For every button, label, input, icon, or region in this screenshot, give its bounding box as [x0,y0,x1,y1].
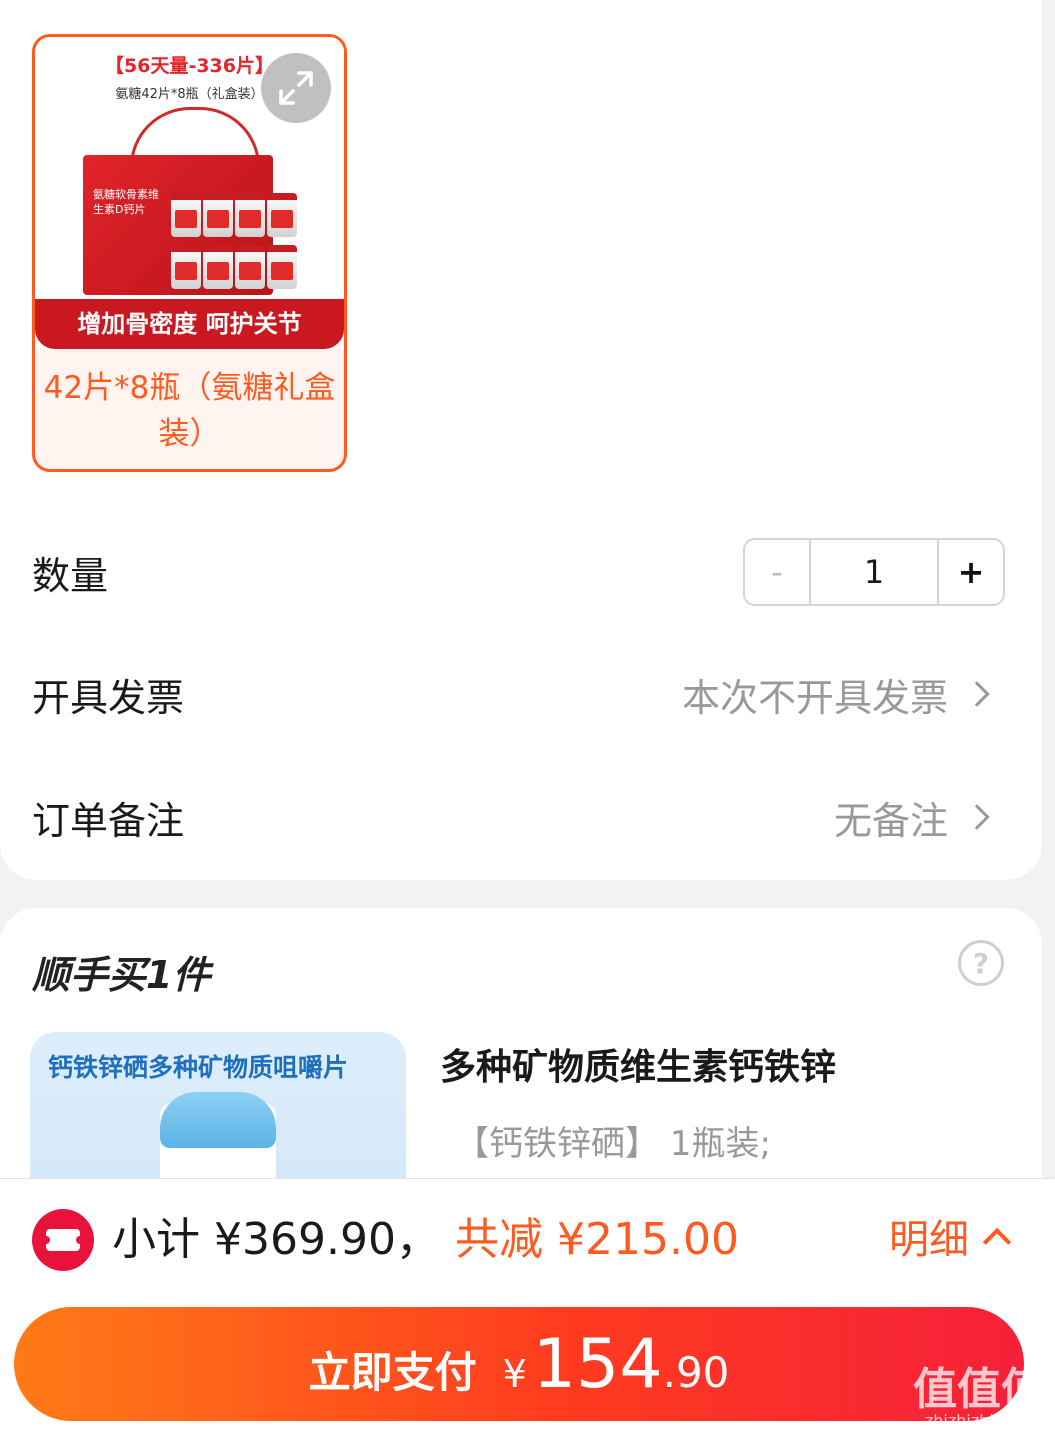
help-icon[interactable]: ? [958,940,1004,986]
expand-icon[interactable] [261,53,331,123]
pay-currency: ¥ [502,1352,527,1396]
detail-label: 明细 [889,1217,969,1263]
bottle [267,193,297,237]
decrease-button[interactable]: - [745,540,811,604]
bottle [235,245,265,289]
invoice-label: 开具发票 [32,675,185,720]
sku-image-slogan: 增加骨密度 呵护关节 [35,299,344,349]
chevron-right-icon [964,681,990,707]
chevron-right-icon [964,804,990,830]
addon-product-name[interactable]: 多种矿物质维生素钙铁锌 [440,1038,836,1090]
order-card: 【56天量-336片】 氨糖42片*8瓶（礼盒装） 氨糖软骨素维生素D钙片 增加… [0,0,1042,880]
checkout-bar: 小计 ¥369.90， 共减 ¥215.00 明细 立即支付 ¥ 154 .90… [0,1178,1055,1438]
bottle [267,245,297,289]
chevron-up-icon [982,1227,1012,1257]
sku-name: 42片*8瓶（氨糖礼盒装） [43,370,336,452]
sku-image: 【56天量-336片】 氨糖42片*8瓶（礼盒装） 氨糖软骨素维生素D钙片 增加… [35,37,344,349]
bottle [171,193,201,237]
remark-value: 无备注 [833,798,948,843]
quantity-label: 数量 [32,553,109,598]
watermark: 值值值 zhizhizhi.com [913,1368,1045,1430]
addon-title: 顺手买1件 [32,953,211,997]
jar-lid [160,1092,276,1148]
pay-label: 立即支付 [308,1348,477,1397]
selected-sku-option[interactable]: 【56天量-336片】 氨糖42片*8瓶（礼盒装） 氨糖软骨素维生素D钙片 增加… [32,34,347,472]
remark-row[interactable]: 订单备注 无备注 [32,782,994,852]
remark-label: 订单备注 [32,798,185,843]
pay-now-button[interactable]: 立即支付 ¥ 154 .90 [14,1307,1024,1421]
gift-box-text: 氨糖软骨素维生素D钙片 [93,188,159,216]
watermark-url: zhizhizhi.com [924,1411,1034,1430]
remark-value-group: 无备注 [834,790,994,845]
increase-button[interactable]: + [937,540,1003,604]
bottle [235,193,265,237]
pay-amount-integer: 154 [532,1325,663,1404]
addon-product-spec[interactable]: 【钙铁锌硒】 1瓶装; [455,1116,771,1165]
invoice-value: 本次不开具发票 [681,675,948,720]
coupon-icon [32,1209,94,1271]
addon-image-title: 钙铁锌硒多种矿物质咀嚼片 [48,1053,349,1082]
watermark-logo: 值值值 [913,1364,1045,1415]
invoice-row[interactable]: 开具发票 本次不开具发票 [32,659,994,729]
subtotal-text: 小计 ¥369.90， [112,1214,440,1265]
quantity-value[interactable]: 1 [811,540,937,604]
bottle [203,245,233,289]
discount-text: 共减 ¥215.00 [455,1214,739,1265]
bottle [203,193,233,237]
quantity-stepper: - 1 + [743,538,1005,606]
detail-toggle[interactable]: 明细 [889,1207,1012,1265]
pay-amount-decimal: .90 [662,1348,730,1397]
bottle [171,245,201,289]
invoice-value-group: 本次不开具发票 [682,667,994,722]
